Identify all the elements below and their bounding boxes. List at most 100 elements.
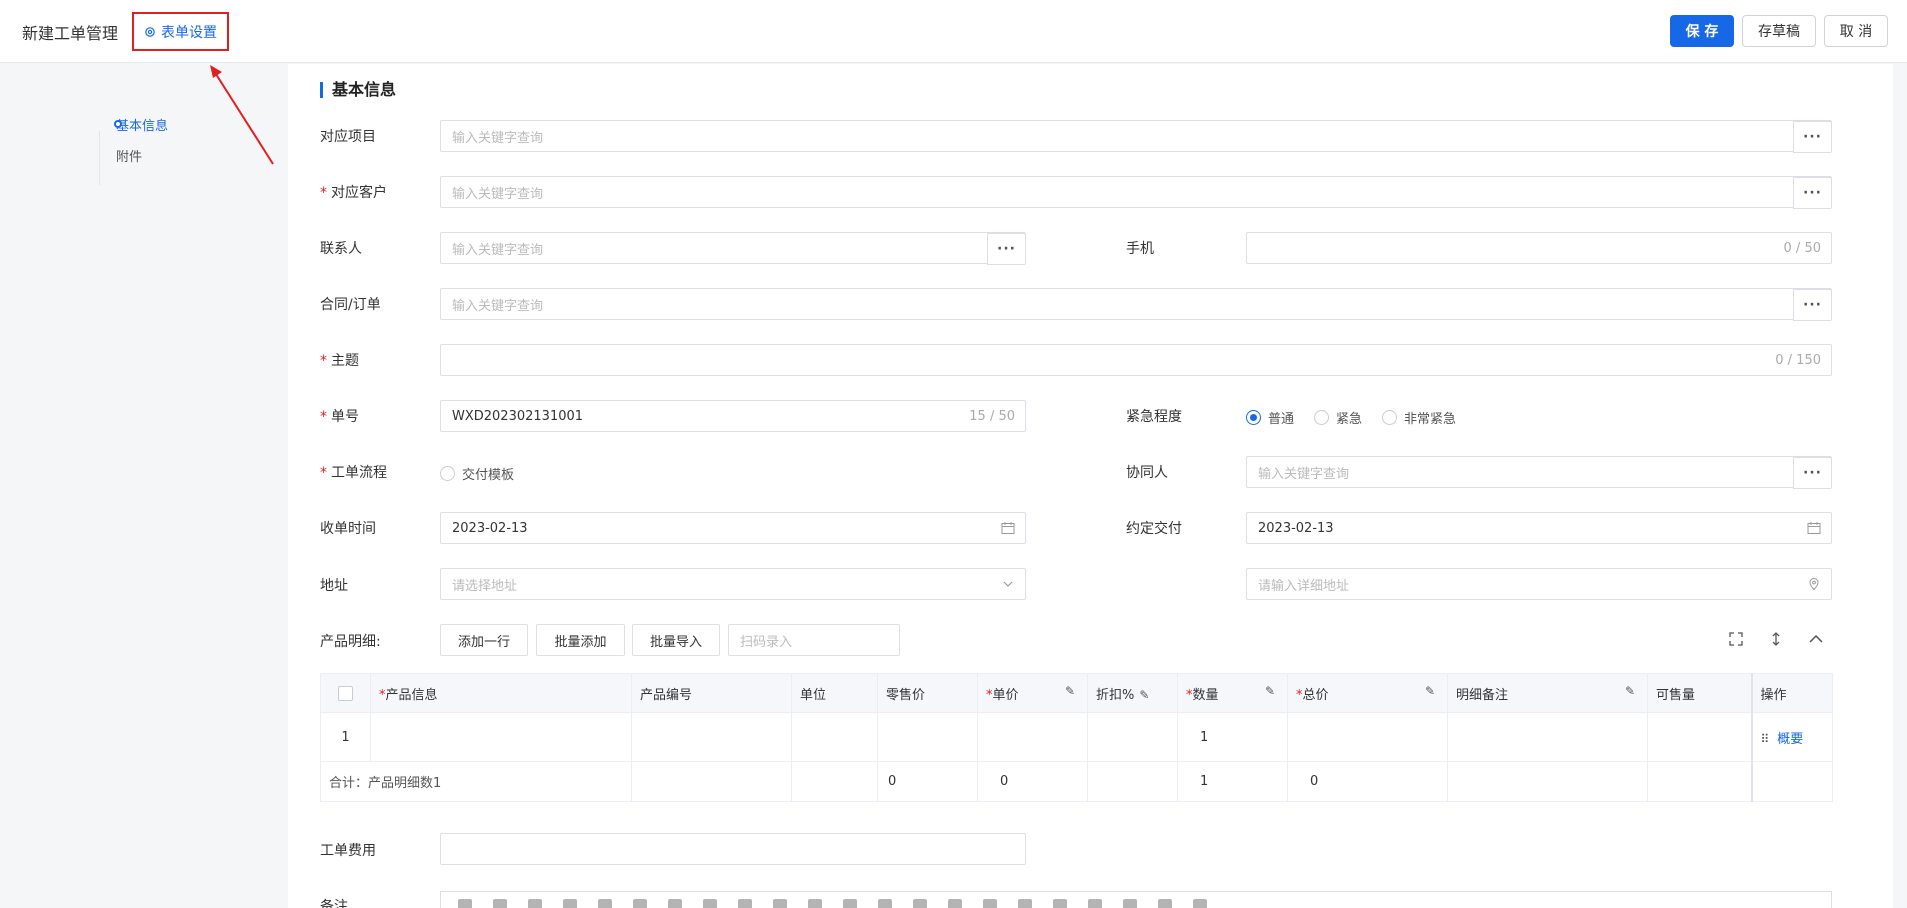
edit-icon[interactable]: ✎ <box>1139 688 1149 702</box>
edit-icon[interactable]: ✎ <box>1425 684 1435 698</box>
column-header: *总价 ✎ <box>1287 673 1448 713</box>
receive-time-label: 收单时间 <box>320 521 376 537</box>
fee-input[interactable] <box>440 833 1026 865</box>
order-no-input[interactable]: WXD202302131001 15 / 50 <box>440 400 1026 432</box>
underline-icon[interactable] <box>878 899 892 908</box>
contact-input[interactable]: 输入关键字查询 ··· <box>440 232 1026 265</box>
save-button[interactable]: 保 存 <box>1670 15 1734 47</box>
required-mark: * <box>320 465 327 481</box>
customer-more-button[interactable]: ··· <box>1793 177 1832 209</box>
highlight-icon[interactable] <box>773 899 787 908</box>
section-title: 基本信息 <box>320 82 396 98</box>
radio-label: 交付模板 <box>462 468 515 483</box>
workflow-option-delivery-template[interactable]: 交付模板 <box>440 464 514 483</box>
product-table: *产品信息 产品编号 单位 零售价 *单价 ✎ 折扣% ✎ *数量 ✎ *总价 ✎ 明细… <box>320 673 1833 802</box>
discount-cell[interactable] <box>1087 712 1178 762</box>
mobile-label: 手机 <box>1126 241 1154 257</box>
editor-tool-icon[interactable] <box>703 899 717 908</box>
summary-row: 合计：产品明细数1 0 0 1 0 <box>320 761 1833 802</box>
column-label: 折扣% <box>1096 687 1135 703</box>
summary-unit-price: 0 <box>977 761 1088 802</box>
action-cell: ⠿ 概要 <box>1750 712 1833 762</box>
scan-input[interactable]: 扫码录入 <box>728 624 900 656</box>
edit-icon[interactable]: ✎ <box>1065 684 1075 698</box>
subject-label: * 主题 <box>320 350 359 370</box>
form-settings-button[interactable]: 表单设置 <box>132 12 229 51</box>
collaborator-more-button[interactable]: ··· <box>1793 457 1832 489</box>
summary-cell <box>1647 761 1752 802</box>
font-color-icon[interactable] <box>738 899 752 908</box>
column-header: 产品编号 <box>631 673 792 713</box>
page-header: 新建工单管理 表单设置 保 存 存草稿 取 消 <box>0 0 1907 63</box>
urgency-option-very-urgent[interactable]: 非常紧急 <box>1382 408 1456 427</box>
customer-input[interactable]: 输入关键字查询 ··· <box>440 176 1832 209</box>
undo-icon[interactable] <box>528 899 542 908</box>
edit-icon[interactable]: ✎ <box>1265 684 1275 698</box>
editor-tool-icon[interactable] <box>493 899 507 908</box>
align-right-icon[interactable] <box>983 899 997 908</box>
project-placeholder: 输入关键字查询 <box>452 130 544 146</box>
save-draft-button[interactable]: 存草稿 <box>1742 15 1816 47</box>
unit-price-cell[interactable] <box>977 712 1088 762</box>
mobile-input[interactable]: 0 / 50 <box>1246 232 1832 264</box>
add-row-button[interactable]: 添加一行 <box>440 624 528 656</box>
select-all-checkbox[interactable] <box>338 685 353 701</box>
editor-tool-icon[interactable] <box>1158 899 1172 908</box>
editor-tool-icon[interactable] <box>1193 899 1207 908</box>
image-icon[interactable] <box>1123 899 1137 908</box>
contract-input[interactable]: 输入关键字查询 ··· <box>440 288 1832 321</box>
overview-link[interactable]: 概要 <box>1777 732 1803 747</box>
bold-icon[interactable] <box>808 899 822 908</box>
contract-label: 合同/订单 <box>320 297 381 313</box>
drag-handle-icon[interactable]: ⠿ <box>1761 732 1770 746</box>
align-left-icon[interactable] <box>913 899 927 908</box>
address-select[interactable]: 请选择地址 <box>440 568 1026 600</box>
product-info-cell[interactable] <box>370 712 632 762</box>
nav-item-attachment[interactable]: 附件 <box>116 146 142 165</box>
workflow-label-text: 工单流程 <box>331 465 387 481</box>
collaborator-input[interactable]: 输入关键字查询 ··· <box>1246 456 1832 489</box>
project-input[interactable]: 输入关键字查询 ··· <box>440 120 1832 153</box>
required-mark: * <box>320 353 327 369</box>
redo-icon[interactable] <box>563 899 577 908</box>
fullscreen-icon[interactable] <box>1727 630 1745 648</box>
subject-counter: 0 / 150 <box>1775 353 1821 368</box>
cancel-button[interactable]: 取 消 <box>1824 15 1888 47</box>
project-more-button[interactable]: ··· <box>1793 121 1832 153</box>
remark-cell[interactable] <box>1447 712 1648 762</box>
receive-time-picker[interactable]: 2023-02-13 <box>440 512 1026 544</box>
summary-cell <box>631 761 792 802</box>
total-cell[interactable] <box>1287 712 1448 762</box>
retail-price-cell <box>877 712 978 762</box>
edit-icon[interactable]: ✎ <box>1625 684 1635 698</box>
subject-input[interactable]: 0 / 150 <box>440 344 1832 376</box>
editor-tool-icon[interactable] <box>633 899 647 908</box>
nav-item-label: 附件 <box>116 150 143 165</box>
urgency-option-urgent[interactable]: 紧急 <box>1314 408 1362 427</box>
contract-more-button[interactable]: ··· <box>1793 289 1832 321</box>
order-no-value: WXD202302131001 <box>452 408 584 424</box>
nav-item-basic-info[interactable]: 基本信息 <box>114 115 168 134</box>
editor-tool-icon[interactable] <box>598 899 612 908</box>
quantity-cell[interactable]: 1 <box>1177 712 1288 762</box>
editor-tool-icon[interactable] <box>668 899 682 908</box>
delivery-time-picker[interactable]: 2023-02-13 <box>1246 512 1832 544</box>
batch-import-button[interactable]: 批量导入 <box>632 624 720 656</box>
row-height-icon[interactable] <box>1767 630 1785 648</box>
radio-label: 紧急 <box>1336 412 1363 427</box>
editor-tool-icon[interactable] <box>458 899 472 908</box>
table-icon[interactable] <box>1088 899 1102 908</box>
radio-label: 非常紧急 <box>1404 412 1457 427</box>
emoji-icon[interactable] <box>1018 899 1032 908</box>
chevron-up-icon[interactable] <box>1807 630 1825 648</box>
urgency-option-normal[interactable]: 普通 <box>1246 408 1294 427</box>
batch-add-button[interactable]: 批量添加 <box>536 624 625 656</box>
address-placeholder: 请选择地址 <box>452 578 518 594</box>
contact-more-button[interactable]: ··· <box>987 233 1026 265</box>
fee-label: 工单费用 <box>320 843 376 859</box>
align-center-icon[interactable] <box>948 899 962 908</box>
editor-tool-icon[interactable] <box>1053 899 1067 908</box>
italic-icon[interactable] <box>843 899 857 908</box>
address-detail-input[interactable]: 请输入详细地址 <box>1246 568 1832 600</box>
subject-label-text: 主题 <box>331 353 359 369</box>
